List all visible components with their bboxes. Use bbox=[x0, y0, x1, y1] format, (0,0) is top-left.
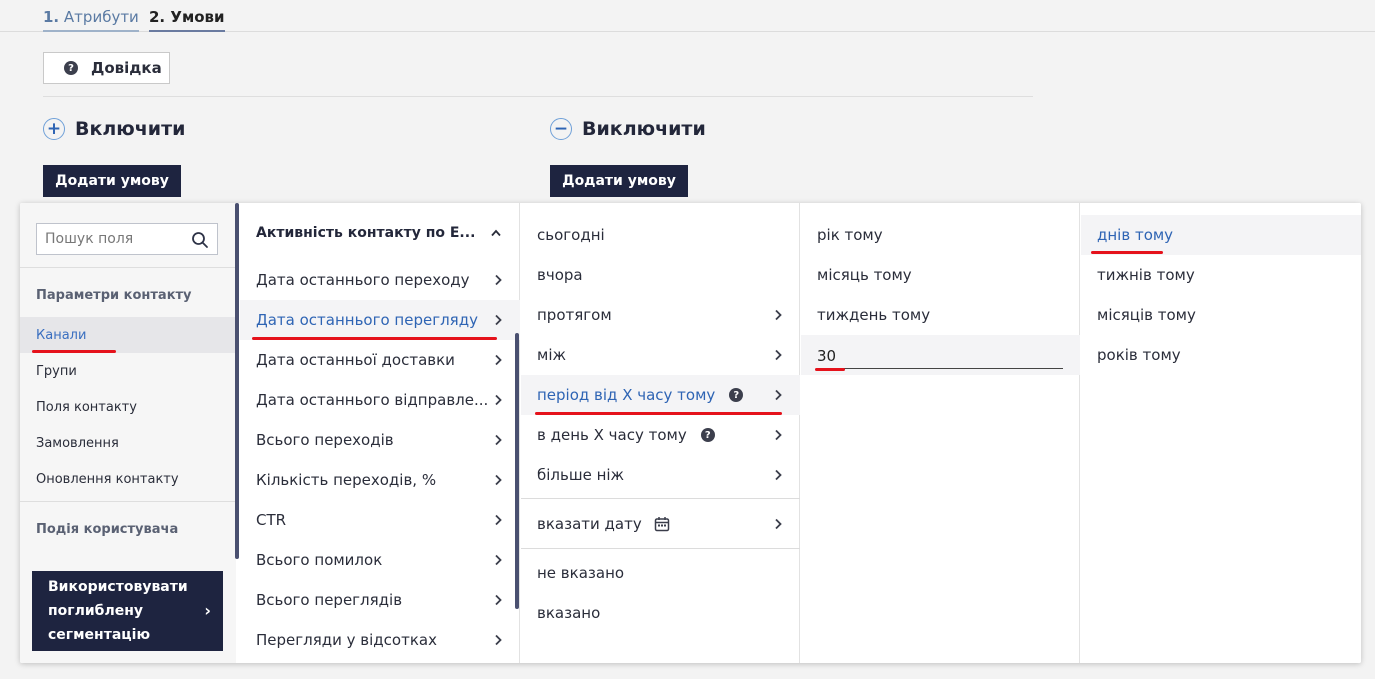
unit-column: днів тому тижнів тому місяців тому років то… bbox=[1081, 203, 1361, 663]
specified-item[interactable]: вказано bbox=[521, 593, 800, 633]
chevron-right-icon bbox=[775, 309, 782, 321]
help-button[interactable]: ? Довідка bbox=[43, 52, 170, 84]
group-title-contact-params: Параметри контакту bbox=[36, 288, 192, 303]
scrollbar[interactable] bbox=[515, 333, 519, 609]
field-item[interactable]: CTR bbox=[240, 500, 520, 540]
group-title-user-event: Подія користувача bbox=[36, 522, 179, 537]
chevron-up-icon bbox=[491, 229, 501, 237]
question-icon: ? bbox=[64, 61, 78, 75]
question-icon[interactable]: ? bbox=[700, 428, 715, 442]
chevron-right-icon bbox=[495, 634, 502, 646]
add-exclude-condition-button[interactable]: Додати умову bbox=[550, 165, 688, 197]
sidebar-item-channels[interactable]: Канали bbox=[20, 317, 236, 353]
unit-item[interactable]: років тому bbox=[1081, 335, 1361, 375]
not-specified-item[interactable]: не вказано bbox=[521, 553, 800, 593]
chevron-right-icon bbox=[775, 349, 782, 361]
minus-circle-icon[interactable]: − bbox=[550, 118, 572, 140]
field-search bbox=[36, 223, 218, 255]
field-list-column: Активність контакту по E... Дата останнь… bbox=[240, 203, 520, 663]
chevron-right-icon bbox=[495, 274, 502, 286]
annotation-underline bbox=[535, 412, 782, 415]
operator-item[interactable]: вчора bbox=[521, 255, 800, 295]
divider bbox=[43, 96, 1033, 97]
unit-item[interactable]: тижнів тому bbox=[1081, 255, 1361, 295]
chevron-right-icon: › bbox=[204, 601, 211, 620]
question-icon[interactable]: ? bbox=[729, 388, 744, 402]
tab-conditions[interactable]: 2. Умови bbox=[149, 8, 225, 32]
period-item[interactable]: місяць тому bbox=[801, 255, 1080, 295]
field-item[interactable]: Всього помилок bbox=[240, 540, 520, 580]
operator-item[interactable]: в день X часу тому? bbox=[521, 415, 800, 455]
specify-date-item[interactable]: вказати дату bbox=[521, 504, 800, 544]
chevron-right-icon bbox=[495, 594, 502, 606]
period-item[interactable]: рік тому bbox=[801, 215, 1080, 255]
annotation-underline bbox=[815, 368, 845, 371]
chevron-right-icon bbox=[495, 394, 502, 406]
divider bbox=[20, 501, 236, 502]
field-item[interactable]: Дата останнього переходу bbox=[240, 260, 520, 300]
chevron-right-icon bbox=[495, 474, 502, 486]
chevron-right-icon bbox=[495, 354, 502, 366]
add-include-condition-button[interactable]: Додати умову bbox=[43, 165, 181, 197]
divider bbox=[20, 267, 236, 268]
chevron-right-icon bbox=[495, 554, 502, 566]
unit-item[interactable]: днів тому bbox=[1081, 215, 1361, 255]
operator-item[interactable]: період від X часу тому? bbox=[521, 375, 800, 415]
advanced-segmentation-button[interactable]: Використовувати поглиблену сегментацію › bbox=[32, 571, 223, 651]
operator-item[interactable]: більше ніж bbox=[521, 455, 800, 495]
chevron-right-icon bbox=[495, 434, 502, 446]
step-tabs: 1. Атрибути 2. Умови bbox=[0, 0, 1375, 32]
chevron-right-icon bbox=[775, 518, 782, 530]
chevron-right-icon bbox=[495, 514, 502, 526]
exclude-heading: − Виключити bbox=[550, 118, 706, 140]
annotation-underline bbox=[1091, 251, 1163, 254]
sidebar-item-contact-fields[interactable]: Поля контакту bbox=[20, 389, 236, 425]
field-category-column: Параметри контакту Канали Групи Поля кон… bbox=[20, 203, 236, 663]
annotation-underline bbox=[32, 350, 116, 353]
field-item[interactable]: Перегляди у відсотках bbox=[240, 620, 520, 660]
search-icon[interactable] bbox=[191, 231, 209, 249]
operator-item[interactable]: між bbox=[521, 335, 800, 375]
condition-picker-panel: Параметри контакту Канали Групи Поля кон… bbox=[20, 203, 1361, 663]
plus-circle-icon[interactable]: + bbox=[43, 118, 65, 140]
field-item[interactable]: Всього переглядів bbox=[240, 580, 520, 620]
field-item[interactable]: Кількість переходів, % bbox=[240, 460, 520, 500]
chevron-right-icon bbox=[775, 469, 782, 481]
divider bbox=[521, 548, 800, 549]
period-column: рік томумісяць томутиждень тому bbox=[801, 203, 1080, 663]
period-number-input[interactable] bbox=[817, 343, 1063, 369]
operator-column: сьогодні вчора протягом між період від X час… bbox=[521, 203, 800, 663]
unit-item[interactable]: місяців тому bbox=[1081, 295, 1361, 335]
field-item[interactable]: Дата останньої доставки bbox=[240, 340, 520, 380]
divider bbox=[521, 498, 800, 499]
field-item[interactable]: Дата останнього перегляду bbox=[240, 300, 520, 340]
chevron-right-icon bbox=[775, 389, 782, 401]
tab-attributes[interactable]: 1. Атрибути bbox=[43, 8, 139, 32]
chevron-right-icon bbox=[495, 314, 502, 326]
include-heading: + Включити bbox=[43, 118, 185, 140]
sidebar-item-groups[interactable]: Групи bbox=[20, 353, 236, 389]
calendar-icon bbox=[654, 517, 669, 532]
period-item[interactable]: тиждень тому bbox=[801, 295, 1080, 335]
scrollbar[interactable] bbox=[235, 203, 239, 559]
annotation-underline bbox=[252, 337, 497, 340]
sidebar-item-contact-update[interactable]: Оновлення контакту bbox=[20, 461, 236, 497]
field-item[interactable]: Дата останнього відправле... bbox=[240, 380, 520, 420]
search-input[interactable] bbox=[45, 231, 185, 247]
chevron-right-icon bbox=[775, 429, 782, 441]
field-group-header[interactable]: Активність контакту по E... bbox=[240, 213, 520, 253]
field-item[interactable]: Всього переходів bbox=[240, 420, 520, 460]
operator-item[interactable]: сьогодні bbox=[521, 215, 800, 255]
sidebar-item-orders[interactable]: Замовлення bbox=[20, 425, 236, 461]
operator-item[interactable]: протягом bbox=[521, 295, 800, 335]
